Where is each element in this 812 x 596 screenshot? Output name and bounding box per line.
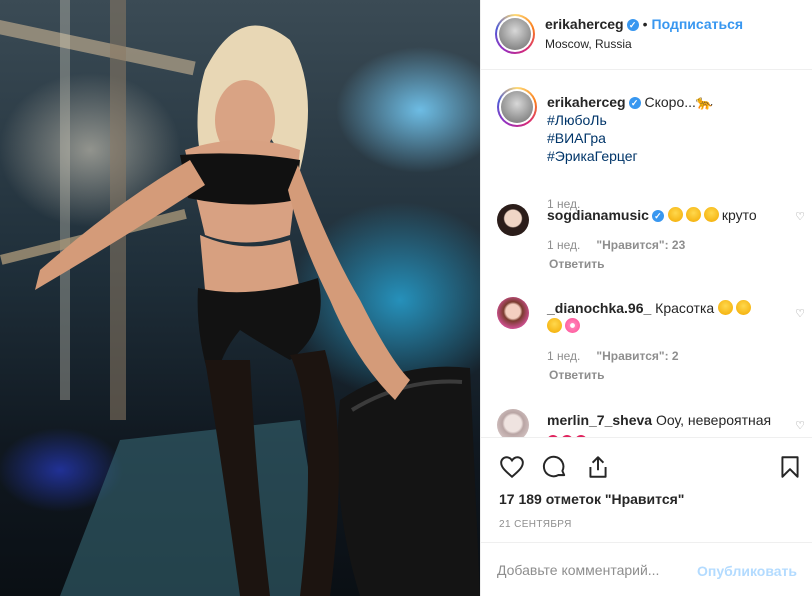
post-sidebar: erikaherceg ✓ • Подписаться Moscow, Russia … xyxy=(480,0,812,596)
comment-text: merlin_7_sheva Ооу, невероятная xyxy=(547,411,787,437)
avatar xyxy=(501,91,533,123)
comment-username[interactable]: merlin_7_sheva xyxy=(547,412,652,428)
comment-input[interactable] xyxy=(497,557,697,583)
comment-bubble-icon[interactable] xyxy=(542,454,568,480)
follow-button[interactable]: Подписаться xyxy=(652,16,744,32)
hashtag-link[interactable]: #ЭрикаГерцег xyxy=(547,147,787,165)
separator-dot: • xyxy=(642,16,648,32)
comment-text: _dianochka.96_ Красотка xyxy=(547,299,787,335)
verified-badge-icon: ✓ xyxy=(628,97,641,110)
comment-username[interactable]: sogdianamusic xyxy=(547,207,649,223)
post-header: erikaherceg ✓ • Подписаться Moscow, Russia xyxy=(481,0,812,70)
avatar xyxy=(499,18,531,50)
comment-body: круто xyxy=(721,207,757,223)
comment-body: Ооу, невероятная xyxy=(655,412,772,428)
comment-time[interactable]: 1 нед. xyxy=(547,349,580,363)
verified-badge-icon: ✓ xyxy=(651,210,664,223)
caption-text: erikaherceg ✓ Скоро...🐆 #ЛюбоЛь #ВИАГра #… xyxy=(547,93,787,165)
post-photo-illustration xyxy=(0,0,480,596)
bookmark-icon[interactable] xyxy=(777,454,803,480)
caption-avatar[interactable] xyxy=(497,87,537,127)
comment-like-icon[interactable]: ♡ xyxy=(795,307,805,320)
comment-meta: 1 нед. "Нравится": 2 xyxy=(547,349,679,363)
comment-like-icon[interactable]: ♡ xyxy=(795,210,805,223)
heart-eyes-emoji xyxy=(667,207,683,222)
header-username[interactable]: erikaherceg xyxy=(545,16,624,32)
comment-time[interactable]: 1 нед. xyxy=(547,238,580,252)
comment-like-icon[interactable]: ♡ xyxy=(795,419,805,432)
reply-button[interactable]: Ответить xyxy=(549,257,604,271)
comment-item: merlin_7_sheva Ооу, невероятная ♡ xyxy=(497,409,805,437)
heart-eyes-emoji xyxy=(718,300,734,315)
location-link[interactable]: Moscow, Russia xyxy=(545,37,632,51)
caption: erikaherceg ✓ Скоро...🐆 #ЛюбоЛь #ВИАГра #… xyxy=(497,87,797,211)
avatar[interactable] xyxy=(497,409,529,437)
like-heart-icon[interactable] xyxy=(499,454,525,480)
post-actions: 17 189 отметок "Нравится" 21 СЕНТЯБРЯ xyxy=(481,437,812,542)
share-icon[interactable] xyxy=(585,454,611,480)
likes-count[interactable]: 17 189 отметок "Нравится" xyxy=(499,491,684,507)
comment-likes[interactable]: "Нравится": 23 xyxy=(596,238,685,252)
caption-username[interactable]: erikaherceg xyxy=(547,94,626,110)
hashtag-link[interactable]: #ЛюбоЛь xyxy=(547,111,787,129)
heart-eyes-emoji xyxy=(685,207,701,222)
verified-badge-icon: ✓ xyxy=(626,19,639,32)
story-ring[interactable] xyxy=(495,14,535,54)
comment-item: sogdianamusic ✓ круто ♡ 1 нед. "Нравится":… xyxy=(497,204,805,284)
flower-emoji xyxy=(565,318,580,333)
comment-body: Красотка xyxy=(655,300,715,316)
publish-button[interactable]: Опубликовать xyxy=(697,563,797,579)
comment-likes[interactable]: "Нравится": 2 xyxy=(596,349,678,363)
comment-username[interactable]: _dianochka.96_ xyxy=(547,300,651,316)
post-date[interactable]: 21 СЕНТЯБРЯ xyxy=(499,519,572,530)
heart-eyes-emoji xyxy=(547,318,562,333)
hashtag-link[interactable]: #ВИАГра xyxy=(547,129,787,147)
reply-button[interactable]: Ответить xyxy=(549,368,604,382)
comment-meta: 1 нед. "Нравится": 23 xyxy=(547,238,685,252)
post-modal: erikaherceg ✓ • Подписаться Moscow, Russia … xyxy=(0,0,812,596)
post-photo[interactable] xyxy=(0,0,480,596)
caption-body: Скоро...🐆 xyxy=(644,94,714,110)
avatar[interactable] xyxy=(497,204,529,236)
heart-eyes-emoji xyxy=(703,207,719,222)
comment-text: sogdianamusic ✓ круто xyxy=(547,206,787,224)
comments-list[interactable]: erikaherceg ✓ Скоро...🐆 #ЛюбоЛь #ВИАГра #… xyxy=(481,71,812,437)
comment-item: _dianochka.96_ Красотка ♡ 1 нед. "Нравитс… xyxy=(497,297,805,387)
heart-eyes-emoji xyxy=(736,300,752,315)
add-comment-bar: Опубликовать xyxy=(481,542,812,596)
avatar[interactable] xyxy=(497,297,529,329)
